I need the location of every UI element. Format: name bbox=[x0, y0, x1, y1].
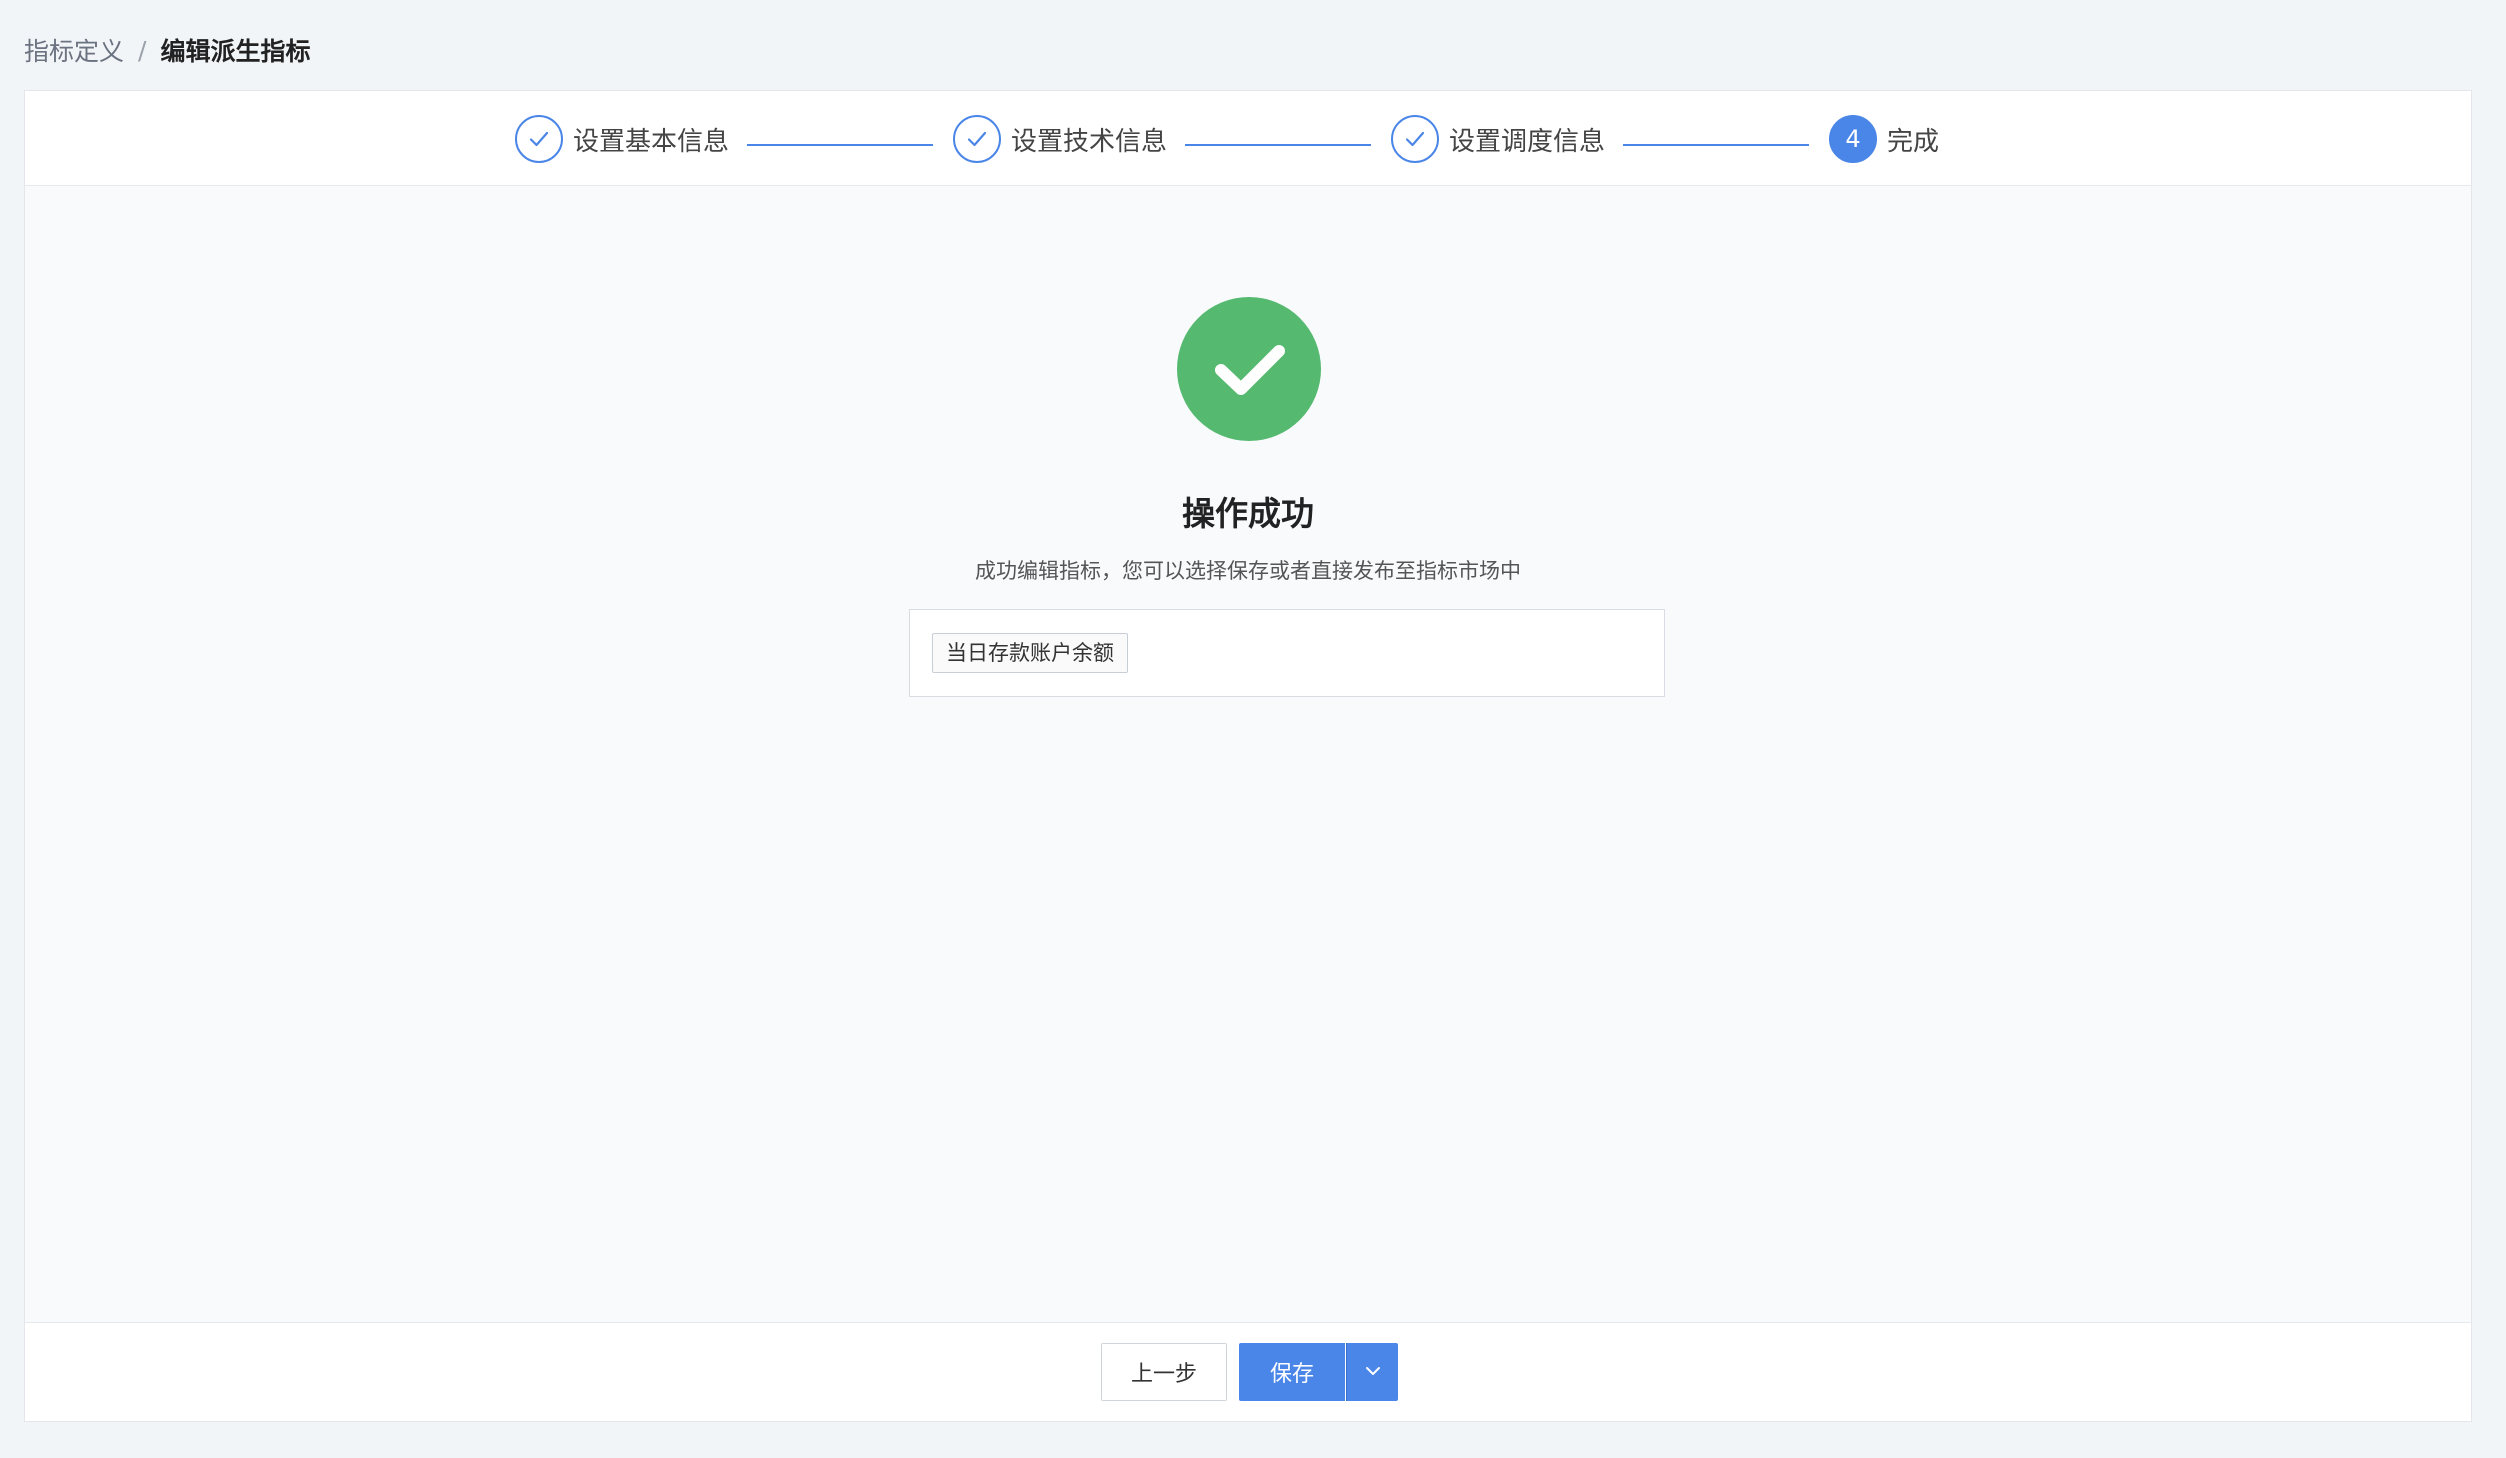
step-connector bbox=[1185, 144, 1371, 146]
check-icon bbox=[953, 115, 1001, 163]
step-basic-info: 设置基本信息 bbox=[515, 113, 729, 165]
breadcrumb-current: 编辑派生指标 bbox=[160, 37, 311, 66]
metric-list-box: 当日存款账户余额 bbox=[909, 609, 1665, 697]
check-icon bbox=[515, 115, 563, 163]
step-schedule-info: 设置调度信息 bbox=[1391, 113, 1605, 165]
save-button[interactable]: 保存 bbox=[1239, 1343, 1345, 1401]
step-connector bbox=[1623, 144, 1809, 146]
metric-tag: 当日存款账户余额 bbox=[932, 633, 1128, 673]
step-label: 设置调度信息 bbox=[1449, 126, 1606, 157]
breadcrumb: 指标定义 / 编辑派生指标 bbox=[24, 30, 310, 70]
result-title: 操作成功 bbox=[1182, 494, 1314, 533]
step-label: 设置基本信息 bbox=[573, 126, 730, 157]
save-dropdown-button[interactable] bbox=[1346, 1343, 1398, 1401]
steps-bar: 设置基本信息 设置技术信息 设置调度信息 4 完成 bbox=[25, 91, 2471, 186]
prev-step-button[interactable]: 上一步 bbox=[1101, 1343, 1227, 1401]
chevron-down-icon bbox=[1364, 1365, 1382, 1380]
step-number: 4 bbox=[1829, 115, 1877, 163]
step-label: 设置技术信息 bbox=[1011, 126, 1168, 157]
result-description: 成功编辑指标，您可以选择保存或者直接发布至指标市场中 bbox=[975, 559, 1521, 583]
success-check-icon bbox=[1177, 297, 1321, 441]
breadcrumb-parent[interactable]: 指标定义 bbox=[24, 32, 124, 68]
step-complete: 4 完成 bbox=[1829, 113, 1939, 165]
step-label: 完成 bbox=[1887, 126, 1940, 157]
step-connector bbox=[747, 144, 933, 146]
breadcrumb-separator: / bbox=[138, 35, 147, 65]
step-tech-info: 设置技术信息 bbox=[953, 113, 1167, 165]
check-icon bbox=[1391, 115, 1439, 163]
footer-actions: 上一步 保存 bbox=[25, 1322, 2471, 1421]
main-panel: 设置基本信息 设置技术信息 设置调度信息 4 完成 操作成功 成功编辑指标，您可… bbox=[24, 90, 2472, 1422]
